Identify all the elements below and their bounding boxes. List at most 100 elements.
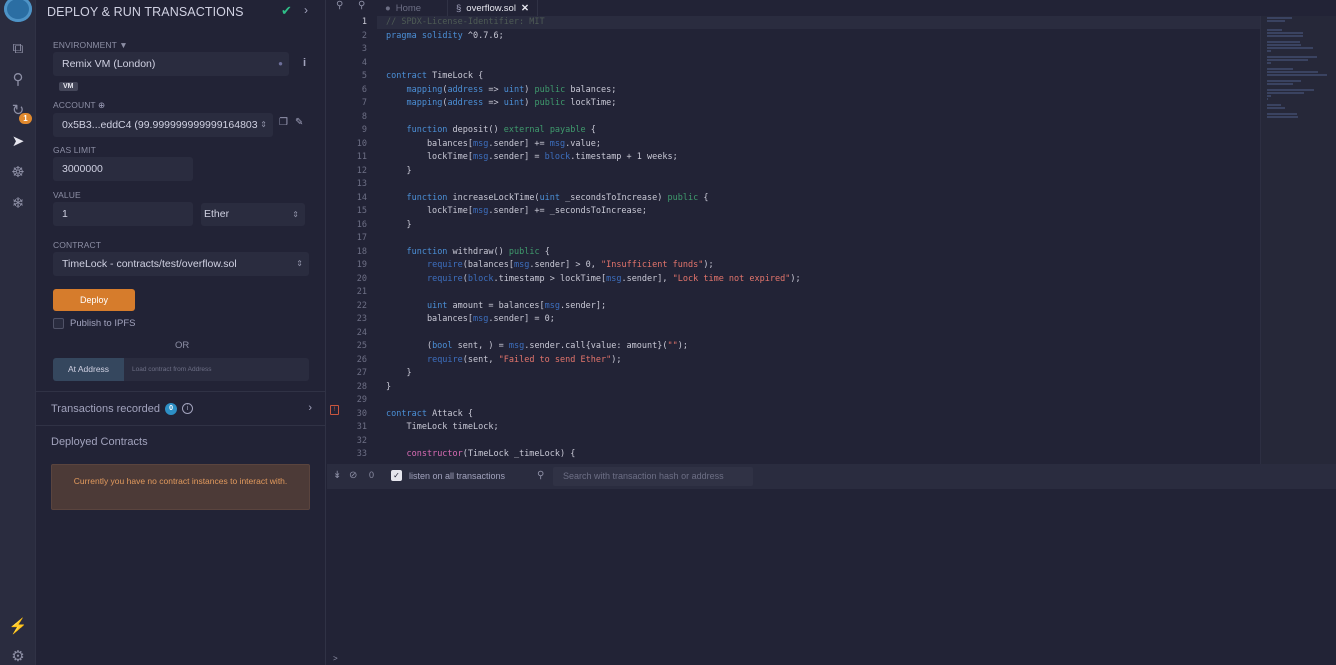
editor-tabs: ⚲ ⚲ ● Home § overflow.sol ✕ xyxy=(327,0,1336,16)
code-line[interactable]: contract Attack { xyxy=(386,409,473,419)
code-line[interactable]: require(block.timestamp > lockTime[msg.s… xyxy=(386,274,801,284)
line-number: 12 xyxy=(356,165,367,176)
gas-limit-input[interactable]: 3000000 xyxy=(53,157,193,181)
publish-ipfs-label: Publish to IPFS xyxy=(70,318,136,329)
code-line[interactable]: mapping(address => uint) public lockTime… xyxy=(386,98,616,108)
remix-logo-icon[interactable] xyxy=(4,0,32,22)
environment-label: ENVIRONMENT ▼ xyxy=(53,40,128,50)
compiler-badge: 1 xyxy=(19,113,32,124)
minimap-line xyxy=(1267,20,1286,22)
code-line[interactable]: require(sent, "Failed to send Ether"); xyxy=(386,355,622,365)
zoom-in-icon[interactable]: ⚲ xyxy=(358,0,365,11)
code-line[interactable]: balances[msg.sender] += msg.value; xyxy=(386,139,601,149)
at-address-group: At Address Load contract from Address xyxy=(53,358,309,381)
terminal-search-input[interactable]: Search with transaction hash or address xyxy=(553,467,753,486)
code-line[interactable]: } xyxy=(386,368,411,378)
code-line[interactable]: uint amount = balances[msg.sender]; xyxy=(386,301,606,311)
search-icon[interactable]: ⚲ xyxy=(8,69,28,89)
clear-terminal-icon[interactable]: ⊘ xyxy=(349,470,357,481)
listen-all-checkbox[interactable]: ✓ xyxy=(391,470,402,481)
code-line[interactable]: pragma solidity ^0.7.6; xyxy=(386,31,504,41)
chevron-right-icon[interactable]: › xyxy=(304,3,308,17)
line-number: 23 xyxy=(356,314,367,324)
deploy-run-icon[interactable]: ➤ xyxy=(8,131,28,151)
line-number: 5 xyxy=(361,71,367,81)
publish-ipfs-checkbox[interactable] xyxy=(53,318,64,329)
line-number: 28 xyxy=(356,381,367,392)
at-address-button[interactable]: At Address xyxy=(53,358,124,381)
line-number: 25 xyxy=(356,341,367,351)
line-number: 27 xyxy=(356,368,367,378)
code-line[interactable]: contract TimeLock { xyxy=(386,71,483,81)
value-unit-select[interactable]: Ether ⇕ xyxy=(201,203,305,226)
minimap-line xyxy=(1267,98,1268,100)
minimap-line xyxy=(1267,47,1313,49)
code-line[interactable]: lockTime[msg.sender] += _secondsToIncrea… xyxy=(386,206,647,216)
add-account-icon[interactable]: ⊕ xyxy=(98,100,105,110)
line-number: 7 xyxy=(361,98,367,108)
close-tab-icon[interactable]: ✕ xyxy=(521,3,529,14)
contract-select[interactable]: TimeLock - contracts/test/overflow.sol ⇕ xyxy=(53,252,309,276)
provider-icon: ● xyxy=(278,59,283,68)
zoom-out-icon[interactable]: ⚲ xyxy=(336,0,343,11)
transactions-recorded-header[interactable]: Transactions recorded 0 i › xyxy=(36,391,326,426)
warning-icon[interactable]: ! xyxy=(330,405,339,415)
line-number: 24 xyxy=(356,327,367,338)
code-line[interactable]: function increaseLockTime(uint _secondsT… xyxy=(386,193,708,203)
plugin-icon[interactable]: ❄ xyxy=(8,193,28,213)
search-icon: ⚲ xyxy=(537,470,545,481)
environment-select[interactable]: Remix VM (London) ● xyxy=(53,52,289,76)
info-icon[interactable]: i xyxy=(303,57,306,69)
code-line[interactable]: lockTime[msg.sender] = block.timestamp +… xyxy=(386,152,678,162)
minimap-line xyxy=(1267,92,1304,94)
minimap-line xyxy=(1267,44,1301,46)
code-line[interactable]: balances[msg.sender] = 0; xyxy=(386,314,555,324)
settings-icon[interactable]: ⚙ xyxy=(8,646,28,665)
tab-overflow-sol[interactable]: § overflow.sol ✕ xyxy=(447,0,538,16)
code-line[interactable]: require(balances[msg.sender] > 0, "Insuf… xyxy=(386,260,714,270)
line-number: 20 xyxy=(356,273,367,284)
collapse-terminal-icon[interactable]: ↡ xyxy=(333,470,341,481)
minimap-line xyxy=(1267,32,1303,34)
code-line[interactable]: // SPDX-License-Identifier: MIT xyxy=(386,17,545,27)
publish-ipfs-option[interactable]: Publish to IPFS xyxy=(53,318,135,329)
code-line[interactable]: } xyxy=(386,382,391,392)
plug-icon: ▼ xyxy=(119,40,128,50)
code-line[interactable]: function withdraw() public { xyxy=(386,247,549,257)
line-number: 29 xyxy=(356,395,367,405)
check-icon: ✔ xyxy=(281,3,292,18)
code-line[interactable]: TimeLock timeLock; xyxy=(386,422,498,432)
account-select[interactable]: 0x5B3...eddC4 (99.999999999999164803 ⇕ xyxy=(53,113,273,137)
value-label: VALUE xyxy=(53,190,81,200)
debugger-icon[interactable]: ☸ xyxy=(8,162,28,182)
or-divider: OR xyxy=(175,340,190,351)
deploy-button[interactable]: Deploy xyxy=(53,289,135,311)
chevron-right-icon[interactable]: › xyxy=(308,402,312,414)
copy-icon[interactable]: ❐ xyxy=(279,117,288,128)
code-line[interactable]: } xyxy=(386,166,411,176)
value-input[interactable]: 1 xyxy=(53,202,193,226)
code-line[interactable]: (bool sent, ) = msg.sender.call{value: a… xyxy=(386,341,688,351)
minimap[interactable] xyxy=(1260,16,1336,464)
file-explorer-icon[interactable]: ⧉ xyxy=(8,38,28,58)
minimap-line xyxy=(1267,35,1303,37)
plugin-manager-icon[interactable]: ⚡ xyxy=(8,616,28,636)
line-number: 1 xyxy=(361,17,367,27)
code-line[interactable]: } xyxy=(386,220,411,230)
minimap-line xyxy=(1267,41,1300,43)
code-line[interactable]: mapping(address => uint) public balances… xyxy=(386,85,616,95)
tab-home[interactable]: ● Home xyxy=(385,0,421,16)
minimap-line xyxy=(1267,116,1299,118)
select-arrows-icon: ⇕ xyxy=(292,210,299,219)
edit-icon[interactable]: ✎ xyxy=(295,117,303,128)
code-line[interactable]: constructor(TimeLock _timeLock) { xyxy=(386,449,575,459)
info-icon[interactable]: i xyxy=(182,403,194,414)
transactions-recorded-label: Transactions recorded xyxy=(51,402,161,415)
minimap-line xyxy=(1267,29,1283,31)
terminal-output[interactable]: > xyxy=(327,489,1336,665)
contract-label: CONTRACT xyxy=(53,240,102,250)
listen-all-option[interactable]: ✓ listen on all transactions xyxy=(391,470,505,481)
minimap-line xyxy=(1267,104,1281,106)
at-address-input[interactable]: Load contract from Address xyxy=(124,358,309,381)
code-line[interactable]: function deposit() external payable { xyxy=(386,125,595,135)
